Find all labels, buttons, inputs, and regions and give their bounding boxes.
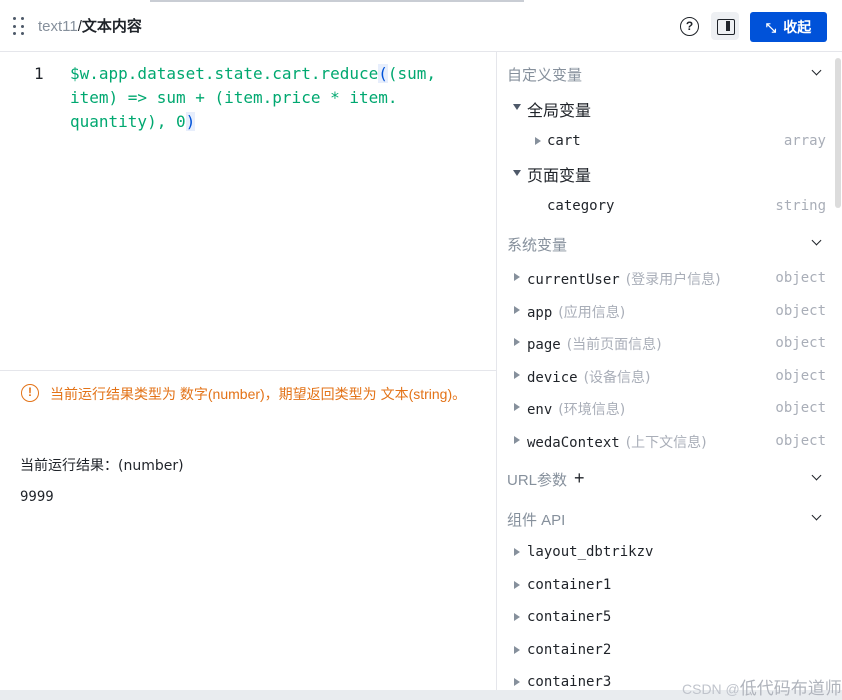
sys-item-name: page [527,337,561,353]
var-type: string [775,198,826,214]
toggle-panel-icon[interactable] [711,12,739,40]
collapse-button[interactable]: ⤡ 收起 [750,12,827,42]
group-page-vars[interactable]: 页面变量 [527,162,591,186]
api-item[interactable]: container1 [527,577,611,593]
breadcrumb-property: 文本内容 [81,18,142,35]
collapse-label: 收起 [783,19,812,35]
section-url-params[interactable]: URL参数 [507,469,567,490]
add-url-param-icon[interactable]: + [574,469,585,487]
code-editor[interactable]: 1 $w.app.dataset.state.cart.reduce((sum,… [0,52,497,370]
sys-item-env[interactable]: env (环境信息) [527,399,625,419]
caret-down-icon[interactable] [513,170,521,176]
caret-right-icon[interactable] [514,548,520,556]
sys-item-desc: (当前页面信息) [566,337,662,353]
api-item[interactable]: container5 [527,609,611,625]
caret-right-icon[interactable] [514,273,520,281]
section-custom-vars[interactable]: 自定义变量 [507,64,582,85]
chevron-down-icon[interactable] [812,67,822,77]
caret-down-icon[interactable] [513,104,521,110]
sys-item-desc: (环境信息) [558,402,626,418]
warning-icon: ! [21,384,39,402]
chevron-down-icon[interactable] [812,512,822,522]
sys-item-name: device [527,370,578,386]
watermark: CSDN @低代码布道师 [682,674,842,699]
var-type: object [775,270,826,286]
chevron-down-icon[interactable] [812,472,822,482]
result-value: 9999 [20,489,54,505]
result-label: 当前运行结果：(number) [20,458,184,474]
code-part-1: $w.app.dataset.state.cart.reduce [70,64,379,83]
dialog-header: text11/文本内容 ? ⤡ 收起 [0,0,842,52]
type-warning-text: 当前运行结果类型为 数字(number)，期望返回类型为 文本(string)。 [50,386,467,402]
group-global-vars[interactable]: 全局变量 [527,97,591,121]
api-item[interactable]: layout_dbtrikzv [527,544,653,560]
sys-item-name: wedaContext [527,435,620,451]
code-text[interactable]: $w.app.dataset.state.cart.reduce((sum, i… [70,62,470,134]
var-type: object [775,433,826,449]
watermark-prefix: CSDN @ [682,681,740,697]
caret-right-icon[interactable] [514,306,520,314]
sys-item-wedaContext[interactable]: wedaContext (上下文信息) [527,432,707,452]
caret-right-icon[interactable] [514,581,520,589]
sys-item-currentUser[interactable]: currentUser (登录用户信息) [527,269,721,289]
panel-scrollbar[interactable] [835,58,841,208]
result-area: ! 当前运行结果类型为 数字(number)，期望返回类型为 文本(string… [0,370,497,690]
breadcrumb: text11/文本内容 [38,17,142,37]
sys-item-app[interactable]: app (应用信息) [527,302,625,322]
sys-item-name: currentUser [527,272,620,288]
code-close-paren: ) [185,112,196,131]
watermark-name: 低代码布道师 [739,679,842,698]
api-item[interactable]: container2 [527,642,611,658]
header-top-line [150,0,524,2]
sys-item-page[interactable]: page (当前页面信息) [527,334,662,354]
var-type: object [775,335,826,351]
caret-right-icon[interactable] [514,371,520,379]
sys-item-desc: (应用信息) [558,305,626,321]
drag-handle-icon[interactable] [13,17,25,37]
caret-right-icon[interactable] [514,646,520,654]
sys-item-desc: (上下文信息) [625,435,707,451]
var-item-cart[interactable]: cart [547,133,581,149]
line-number: 1 [34,64,44,83]
section-component-api[interactable]: 组件 API [507,509,565,530]
var-type: array [783,133,826,149]
var-type: object [775,368,826,384]
sys-item-name: app [527,305,553,321]
help-icon[interactable]: ? [680,17,699,36]
var-type: object [775,400,826,416]
breadcrumb-component[interactable]: text11 [38,18,78,35]
sys-item-name: env [527,402,553,418]
sys-item-device[interactable]: device (设备信息) [527,367,651,387]
caret-right-icon[interactable] [514,613,520,621]
caret-right-icon[interactable] [514,436,520,444]
caret-right-icon[interactable] [535,137,541,145]
caret-right-icon[interactable] [514,403,520,411]
code-open-paren: ( [378,64,388,83]
api-item[interactable]: container3 [527,674,611,690]
chevron-down-icon[interactable] [812,237,822,247]
var-item-category[interactable]: category [547,198,614,214]
sys-item-desc: (设备信息) [583,370,651,386]
caret-right-icon[interactable] [514,678,520,686]
caret-right-icon[interactable] [514,338,520,346]
sys-item-desc: (登录用户信息) [625,272,721,288]
collapse-arrows-icon: ⤡ [765,19,777,35]
var-type: object [775,303,826,319]
section-system-vars[interactable]: 系统变量 [507,234,567,255]
